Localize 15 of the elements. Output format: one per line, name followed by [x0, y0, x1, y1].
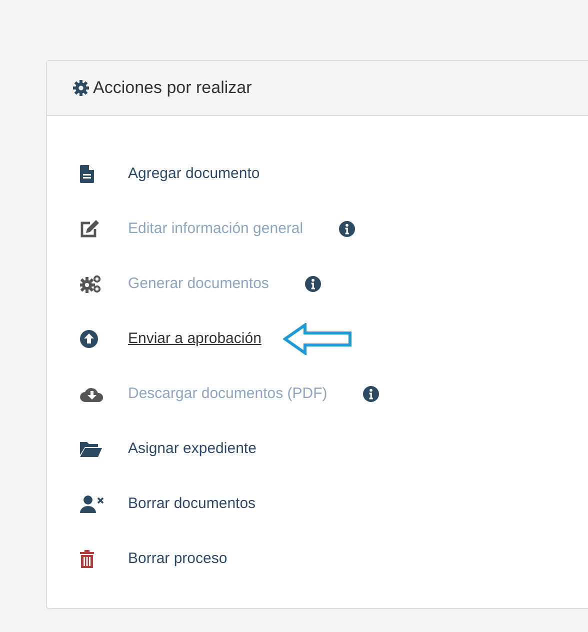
action-link[interactable]: Borrar proceso	[128, 550, 228, 567]
panel-title: Acciones por realizar	[93, 78, 252, 98]
action-link[interactable]: Asignar expediente	[128, 440, 256, 457]
document-icon	[80, 164, 94, 182]
user-remove-icon	[80, 494, 104, 512]
cloud-download-icon	[80, 386, 104, 402]
gears-icon	[80, 274, 102, 292]
action-link[interactable]: Agregar documento	[128, 165, 260, 182]
settings-icon	[73, 80, 89, 96]
edit-icon	[80, 220, 100, 238]
action-link[interactable]: Enviar a aprobación	[128, 330, 262, 347]
action-link[interactable]: Borrar documentos	[128, 495, 256, 512]
folder-icon	[80, 440, 102, 456]
trash-icon	[80, 550, 94, 568]
upload-icon	[80, 330, 98, 348]
